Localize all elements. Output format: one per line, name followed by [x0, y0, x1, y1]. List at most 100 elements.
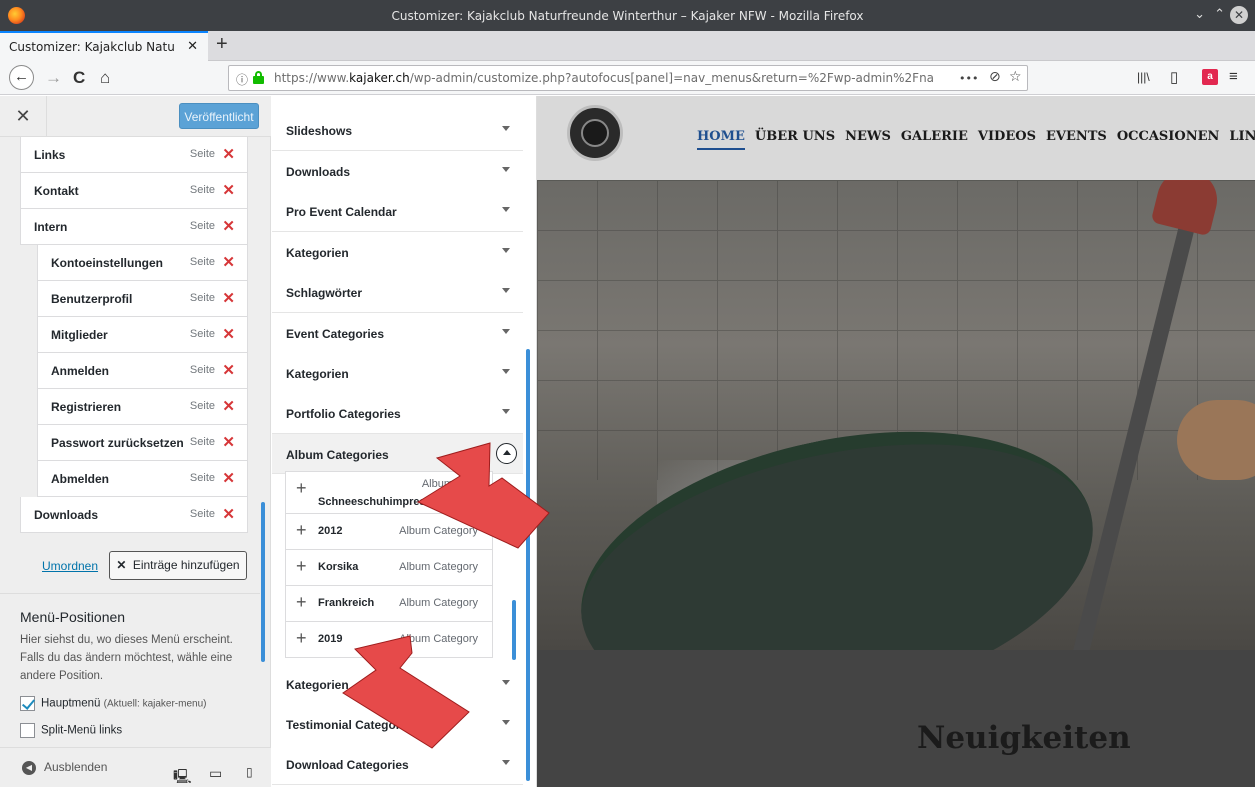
delete-item-icon[interactable]: ✕: [222, 505, 235, 523]
maximize-icon[interactable]: ⌃: [1214, 7, 1225, 22]
sidebar-scrollbar[interactable]: [261, 502, 265, 662]
hide-controls-button[interactable]: ◀ Ausblenden: [22, 760, 107, 775]
site-nav-home[interactable]: HOME: [697, 129, 745, 150]
library-icon[interactable]: |||\: [1137, 70, 1150, 84]
sidebar-icon[interactable]: ▯: [1170, 68, 1178, 86]
menu-item[interactable]: Registrieren Seite ✕: [37, 389, 248, 425]
section-schlagwörter[interactable]: Schlagwörter: [272, 272, 523, 313]
tablet-preview-icon[interactable]: ▭: [209, 765, 222, 782]
add-items-button[interactable]: ✕ Einträge hinzufügen: [109, 551, 247, 580]
expand-section-icon[interactable]: [502, 207, 510, 212]
location-split-menu[interactable]: Split-Menü links: [20, 723, 122, 738]
new-tab-button[interactable]: +: [216, 33, 228, 56]
panel-scrollbar[interactable]: [526, 349, 530, 781]
section-testimonial-categories[interactable]: Testimonial Categories: [272, 704, 523, 745]
section-kategorien[interactable]: Kategorien: [272, 664, 523, 705]
browser-tab[interactable]: Customizer: Kajakclub Naturfr ✕: [0, 31, 208, 61]
site-nav-videos[interactable]: VIDEOS: [978, 129, 1036, 144]
expand-section-icon[interactable]: [502, 369, 510, 374]
forward-button[interactable]: →: [45, 67, 62, 89]
site-nav-galerie[interactable]: GALERIE: [901, 129, 968, 144]
site-nav-news[interactable]: NEWS: [845, 129, 891, 144]
delete-item-icon[interactable]: ✕: [222, 217, 235, 235]
customizer-close-button[interactable]: ✕: [0, 96, 47, 137]
section-kategorien[interactable]: Kategorien: [272, 353, 523, 394]
menu-item[interactable]: Benutzerprofil Seite ✕: [37, 281, 248, 317]
url-bar[interactable]: ⓘ https://www.kajaker.ch/wp-admin/custom…: [228, 65, 1028, 91]
expand-section-icon[interactable]: [502, 329, 510, 334]
add-item-icon[interactable]: +: [296, 592, 307, 613]
menu-item[interactable]: Intern Seite ✕: [20, 209, 248, 245]
split-menu-checkbox[interactable]: [20, 723, 35, 738]
menu-item[interactable]: Downloads Seite ✕: [20, 497, 248, 533]
expand-section-icon[interactable]: [502, 126, 510, 131]
section-event-categories[interactable]: Event Categories: [272, 313, 523, 354]
url-text[interactable]: https://www.kajaker.ch/wp-admin/customiz…: [274, 71, 934, 85]
publish-button[interactable]: Veröffentlicht: [179, 103, 259, 129]
menu-item[interactable]: Kontoeinstellungen Seite ✕: [37, 245, 248, 281]
expand-section-icon[interactable]: [502, 167, 510, 172]
add-item-icon[interactable]: +: [296, 628, 307, 649]
delete-item-icon[interactable]: ✕: [222, 181, 235, 199]
site-preview[interactable]: HOME ÜBER UNS NEWS GALERIE VIDEOS EVENTS OCCAS…: [537, 96, 1255, 787]
section-downloads[interactable]: Downloads: [272, 151, 523, 192]
section-pro-event-calendar[interactable]: Pro Event Calendar: [272, 191, 523, 232]
info-icon[interactable]: ⓘ: [236, 71, 248, 88]
delete-item-icon[interactable]: ✕: [222, 325, 235, 343]
hamburger-menu-icon[interactable]: ≡: [1229, 68, 1238, 85]
section-portfolio-categories[interactable]: Portfolio Categories: [272, 393, 523, 434]
tab-close-icon[interactable]: ✕: [187, 39, 198, 54]
close-window-icon[interactable]: ✕: [1230, 6, 1248, 24]
section-slideshows[interactable]: Slideshows: [272, 110, 523, 151]
addon-shield-icon[interactable]: a: [1202, 69, 1218, 85]
menu-item[interactable]: Links Seite ✕: [20, 137, 248, 173]
available-item[interactable]: +2019 Album Category: [285, 622, 493, 658]
expand-section-icon[interactable]: [502, 288, 510, 293]
menu-item[interactable]: Anmelden Seite ✕: [37, 353, 248, 389]
expand-section-icon[interactable]: [502, 720, 510, 725]
site-nav-occasionen[interactable]: OCCASIONEN: [1117, 129, 1220, 144]
delete-item-icon[interactable]: ✕: [222, 145, 235, 163]
collapse-section-icon[interactable]: [496, 443, 517, 464]
add-item-icon[interactable]: +: [296, 520, 307, 541]
delete-item-icon[interactable]: ✕: [222, 433, 235, 451]
page-actions-icon[interactable]: •••: [959, 72, 978, 85]
add-item-icon[interactable]: +: [296, 556, 307, 577]
site-nav-links[interactable]: LINKS: [1229, 129, 1255, 144]
desktop-preview-icon[interactable]: 🖳: [173, 766, 192, 787]
expand-section-icon[interactable]: [502, 409, 510, 414]
delete-item-icon[interactable]: ✕: [222, 361, 235, 379]
location-hauptmenu[interactable]: Hauptmenü (Aktuell: kajaker-menu): [20, 696, 206, 711]
expand-section-icon[interactable]: [502, 760, 510, 765]
delete-item-icon[interactable]: ✕: [222, 397, 235, 415]
menu-item[interactable]: Mitglieder Seite ✕: [37, 317, 248, 353]
menu-item[interactable]: Kontakt Seite ✕: [20, 173, 248, 209]
bookmark-star-icon[interactable]: ☆: [1009, 69, 1022, 85]
site-nav-events[interactable]: EVENTS: [1046, 129, 1107, 144]
available-item[interactable]: +2012 Album Category: [285, 514, 493, 550]
available-item[interactable]: + Schneeschuhimpressionen Album: [285, 471, 493, 514]
section-download-categories[interactable]: Download Categories: [272, 744, 523, 785]
available-item[interactable]: + Korsika Album Category: [285, 550, 493, 586]
menu-item[interactable]: Abmelden Seite ✕: [37, 461, 248, 497]
pocket-icon[interactable]: ⊘: [989, 69, 1001, 85]
site-nav-über-uns[interactable]: ÜBER UNS: [755, 129, 835, 144]
add-item-icon[interactable]: +: [296, 478, 307, 499]
section-kategorien[interactable]: Kategorien: [272, 232, 523, 273]
reorder-link[interactable]: Umordnen: [42, 559, 98, 573]
delete-item-icon[interactable]: ✕: [222, 253, 235, 271]
mobile-preview-icon[interactable]: ▯: [246, 765, 253, 779]
minimize-icon[interactable]: ⌄: [1194, 7, 1205, 22]
expand-section-icon[interactable]: [502, 248, 510, 253]
inner-list-scrollbar[interactable]: [512, 600, 516, 660]
section-album-categories[interactable]: Album Categories: [272, 434, 523, 474]
delete-item-icon[interactable]: ✕: [222, 289, 235, 307]
back-button[interactable]: ←: [9, 65, 34, 90]
kayak-club-logo-icon[interactable]: [567, 105, 623, 161]
expand-section-icon[interactable]: [502, 680, 510, 685]
home-button[interactable]: ⌂: [100, 67, 110, 89]
reload-button[interactable]: C: [73, 67, 85, 89]
hauptmenu-checkbox[interactable]: [20, 696, 35, 711]
menu-item[interactable]: Passwort zurücksetzen Seite ✕: [37, 425, 248, 461]
delete-item-icon[interactable]: ✕: [222, 469, 235, 487]
